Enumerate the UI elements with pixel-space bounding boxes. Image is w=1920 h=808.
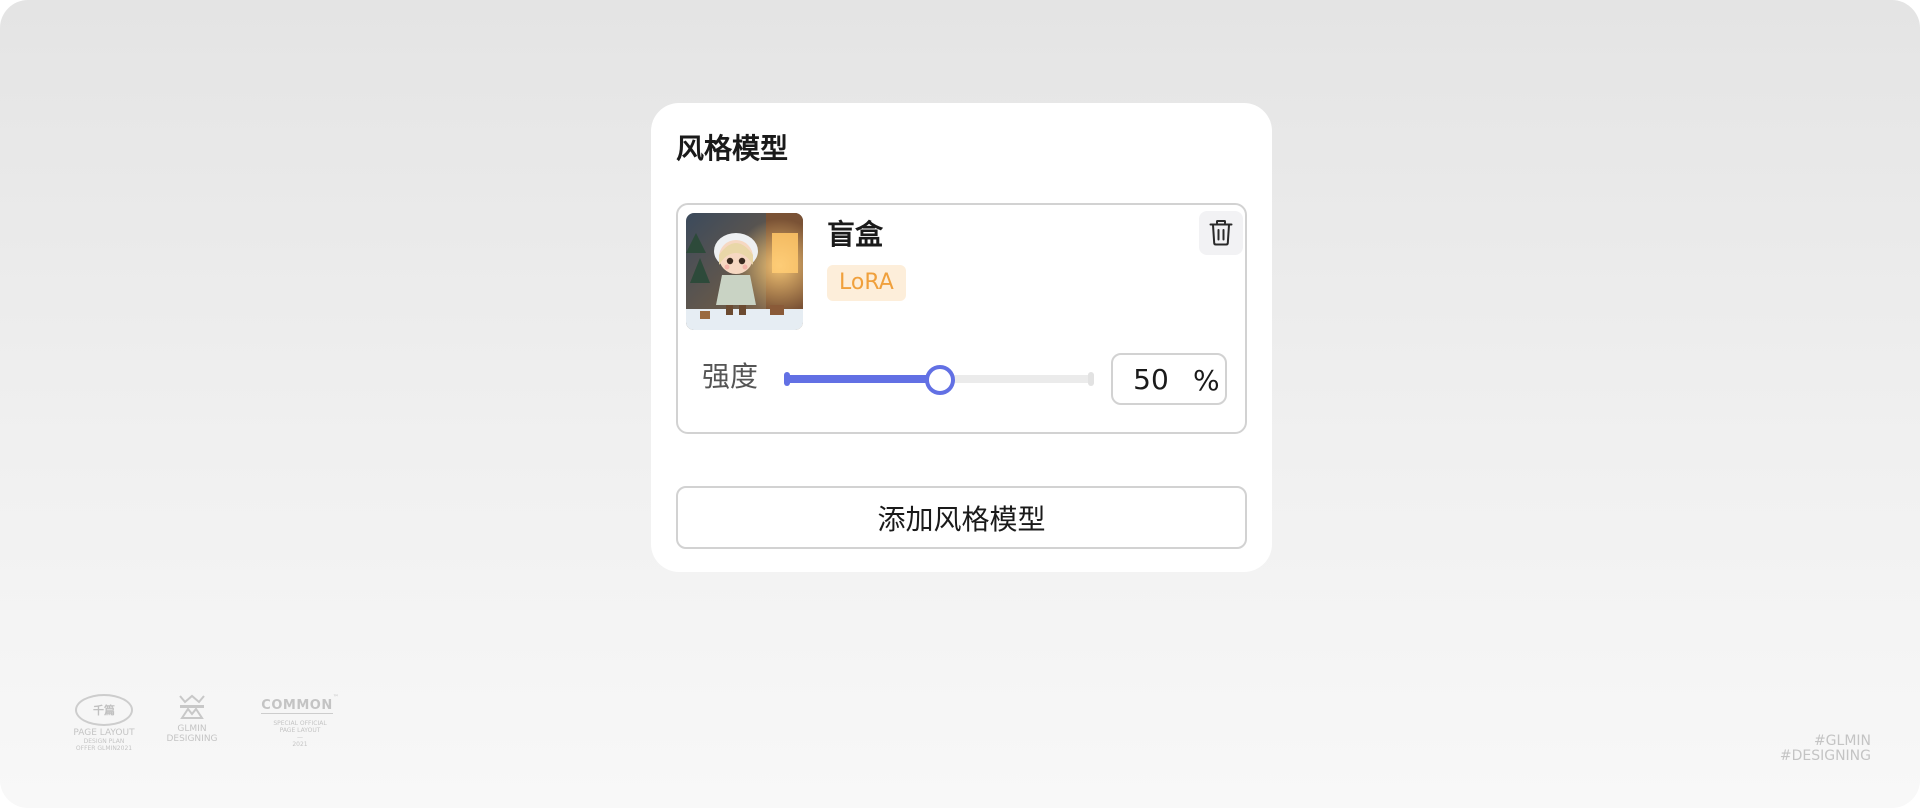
strength-unit: %	[1193, 364, 1220, 397]
brand-line: 2021	[292, 741, 308, 748]
strength-input[interactable]	[1121, 361, 1181, 397]
brand-name: PAGE LAYOUT	[73, 728, 135, 738]
hashtag: #GLMIN	[1813, 733, 1871, 749]
model-card: 盲盒 LoRA 强度 %	[676, 203, 1247, 434]
model-type-badge: LoRA	[827, 265, 906, 301]
brand-name: GLMIN	[177, 724, 207, 734]
add-style-model-button[interactable]: 添加风格模型	[676, 486, 1247, 549]
slider-fill	[784, 375, 939, 383]
strength-label: 强度	[702, 360, 759, 393]
brand-logo-oval: 千篇	[75, 694, 133, 726]
brand-line: —	[297, 734, 303, 741]
panel-title: 风格模型	[676, 132, 789, 165]
slider-end-cap	[1088, 372, 1094, 386]
common-wordmark: COMMON	[261, 698, 333, 714]
trademark-mark: ™	[332, 694, 339, 701]
slider-start-cap	[784, 372, 790, 386]
page-background: 风格模型 盲盒 LoRA 强度 50 % 添加风格模型 千篇 PAGE LAYO…	[0, 0, 1920, 808]
brand-line: PAGE LAYOUT	[279, 727, 321, 734]
brand-page-layout: 千篇 PAGE LAYOUT DESIGN PLAN OFFER GLMIN20…	[68, 694, 140, 752]
footer-hashtags: #GLMIN #DESIGNING	[1780, 734, 1871, 764]
delete-model-button[interactable]	[1199, 211, 1243, 255]
blind-box-figure-image	[686, 213, 803, 330]
slider-thumb[interactable]	[925, 365, 955, 395]
brand-line: SPECIAL OFFICIAL	[273, 720, 327, 727]
style-model-panel: 风格模型 盲盒 LoRA 强度 50 % 添加风格模型	[651, 103, 1272, 572]
brand-common: COMMON™ SPECIAL OFFICIAL PAGE LAYOUT — 2…	[260, 694, 340, 748]
brand-line: OFFER GLMIN2021	[75, 745, 133, 752]
trash-icon	[1209, 220, 1233, 246]
model-thumbnail	[686, 213, 803, 330]
strength-slider[interactable]	[784, 363, 1094, 395]
brand-glmin: GLMIN DESIGNING	[164, 694, 220, 744]
brand-line: DESIGNING	[166, 734, 218, 744]
hashtag: #DESIGNING	[1779, 748, 1871, 764]
strength-value-box: %	[1111, 353, 1227, 405]
brand-line: DESIGN PLAN	[83, 738, 125, 745]
model-name: 盲盒	[827, 218, 884, 251]
glmin-logo-icon	[179, 694, 205, 719]
